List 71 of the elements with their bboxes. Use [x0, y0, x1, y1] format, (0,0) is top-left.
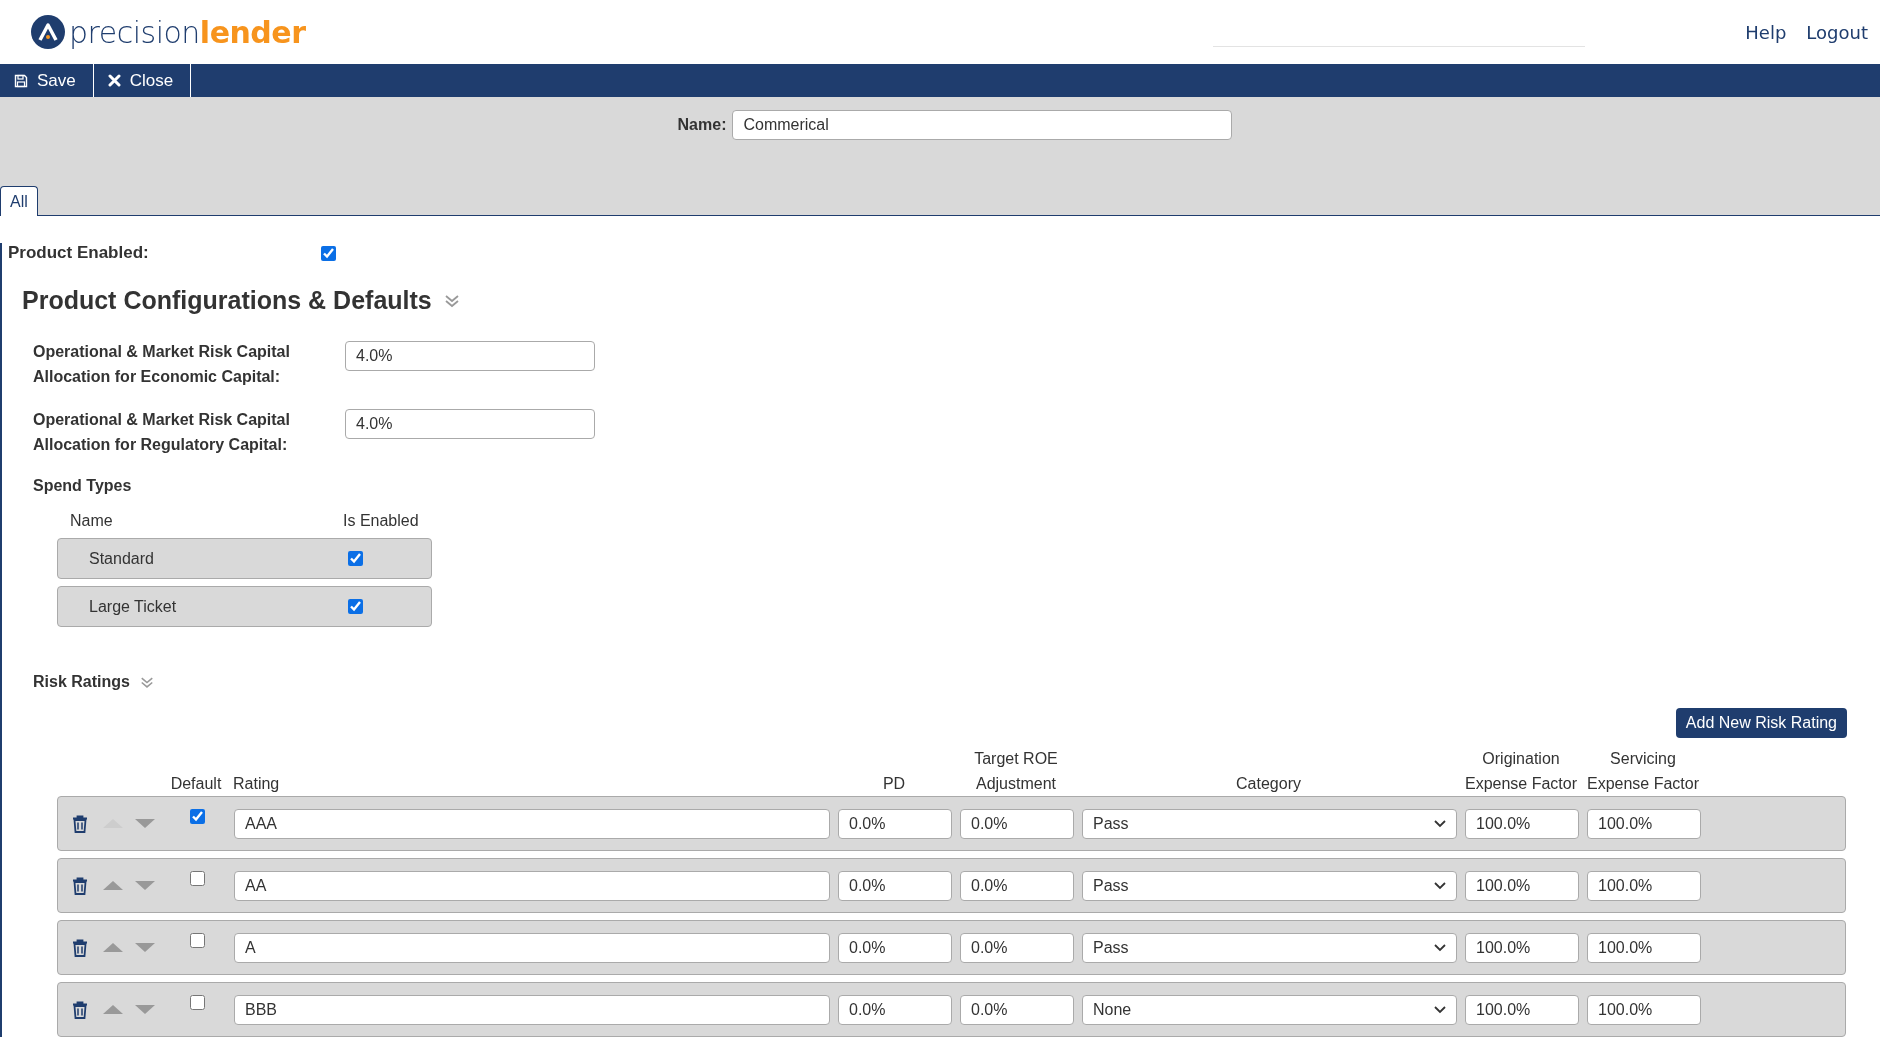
spend-type-name: Large Ticket	[88, 597, 178, 616]
product-enabled-checkbox[interactable]	[321, 245, 336, 261]
pd-input[interactable]: 0.0%	[838, 932, 952, 963]
column-header: Servicing Expense Factor	[1586, 749, 1700, 794]
trash-icon[interactable]	[72, 876, 88, 895]
column-header: Name	[70, 512, 114, 530]
enabled-checkbox[interactable]	[348, 551, 363, 566]
save-icon	[14, 73, 28, 88]
column-header: Origination Expense Factor	[1464, 749, 1578, 794]
column-header: Target ROE Adjustment	[973, 749, 1059, 794]
column-header: Is Enabled	[343, 512, 419, 530]
name-input[interactable]: Commerical	[732, 110, 1233, 140]
origination-input[interactable]: 100.0%	[1465, 870, 1579, 901]
target-roe-input[interactable]: 0.0%	[960, 870, 1074, 901]
rating-input[interactable]: AA	[234, 870, 830, 901]
header-link[interactable]: Help	[1745, 21, 1787, 43]
default-checkbox[interactable]	[189, 933, 205, 948]
target-roe-input[interactable]: 0.0%	[960, 808, 1074, 839]
percent-input[interactable]: 4.0%	[345, 409, 595, 439]
add-risk-rating-button[interactable]: Add New Risk Rating	[1675, 708, 1847, 738]
default-checkbox[interactable]	[189, 871, 205, 886]
column-header: Default	[169, 774, 223, 794]
rating-input[interactable]: BBB	[234, 994, 830, 1025]
dropdown-caret-icon	[1434, 1005, 1446, 1014]
tab[interactable]: All	[0, 186, 38, 216]
logo-text: precision	[69, 14, 200, 50]
section-title: Product Configurations & Defaults	[22, 286, 432, 315]
dropdown-caret-icon	[1434, 943, 1446, 952]
origination-input[interactable]: 100.0%	[1465, 808, 1579, 839]
collapse-chevron-icon[interactable]	[139, 675, 154, 689]
trash-icon[interactable]	[72, 814, 88, 833]
dropdown-caret-icon	[1434, 819, 1446, 828]
spend-types-title: Spend Types	[33, 477, 133, 495]
trash-icon[interactable]	[72, 1000, 88, 1019]
close-icon	[107, 74, 121, 87]
rating-input[interactable]: A	[234, 932, 830, 963]
target-roe-input[interactable]: 0.0%	[960, 932, 1074, 963]
target-roe-input[interactable]: 0.0%	[960, 994, 1074, 1025]
default-checkbox[interactable]	[189, 809, 205, 824]
servicing-input[interactable]: 100.0%	[1587, 994, 1701, 1025]
logo-text: lender	[199, 14, 306, 50]
product-enabled-label: Product Enabled:	[8, 243, 150, 263]
rating-input[interactable]: AAA	[234, 808, 830, 839]
category-select[interactable]: Pass	[1082, 870, 1457, 901]
pd-input[interactable]: 0.0%	[838, 870, 952, 901]
category-select[interactable]: None	[1082, 994, 1457, 1025]
risk-ratings-title: Risk Ratings	[33, 673, 130, 691]
category-select[interactable]: Pass	[1082, 932, 1457, 963]
pd-input[interactable]: 0.0%	[838, 994, 952, 1025]
column-header: Rating	[233, 774, 281, 794]
name-label: Name:	[677, 116, 727, 134]
servicing-input[interactable]: 100.0%	[1587, 932, 1701, 963]
origination-input[interactable]: 100.0%	[1465, 932, 1579, 963]
column-header: Category	[1235, 774, 1302, 794]
column-header: PD	[881, 774, 907, 794]
spend-type-name: Standard	[88, 549, 155, 568]
enabled-checkbox[interactable]	[348, 599, 363, 614]
servicing-input[interactable]: 100.0%	[1587, 808, 1701, 839]
percent-input[interactable]: 4.0%	[345, 341, 595, 371]
logo-icon	[31, 15, 65, 49]
dropdown-caret-icon	[1434, 881, 1446, 890]
pd-input[interactable]: 0.0%	[838, 808, 952, 839]
collapse-chevron-icon[interactable]	[443, 293, 460, 308]
servicing-input[interactable]: 100.0%	[1587, 870, 1701, 901]
default-checkbox[interactable]	[189, 995, 205, 1010]
header-link[interactable]: Logout	[1806, 21, 1868, 43]
field-label: Operational & Market Risk Capital Allocation for Regulatory Capital:	[33, 410, 291, 455]
field-label: Operational & Market Risk Capital Allocation for Economic Capital:	[33, 342, 291, 387]
trash-icon[interactable]	[72, 938, 88, 957]
origination-input[interactable]: 100.0%	[1465, 994, 1579, 1025]
category-select[interactable]: Pass	[1082, 808, 1457, 839]
